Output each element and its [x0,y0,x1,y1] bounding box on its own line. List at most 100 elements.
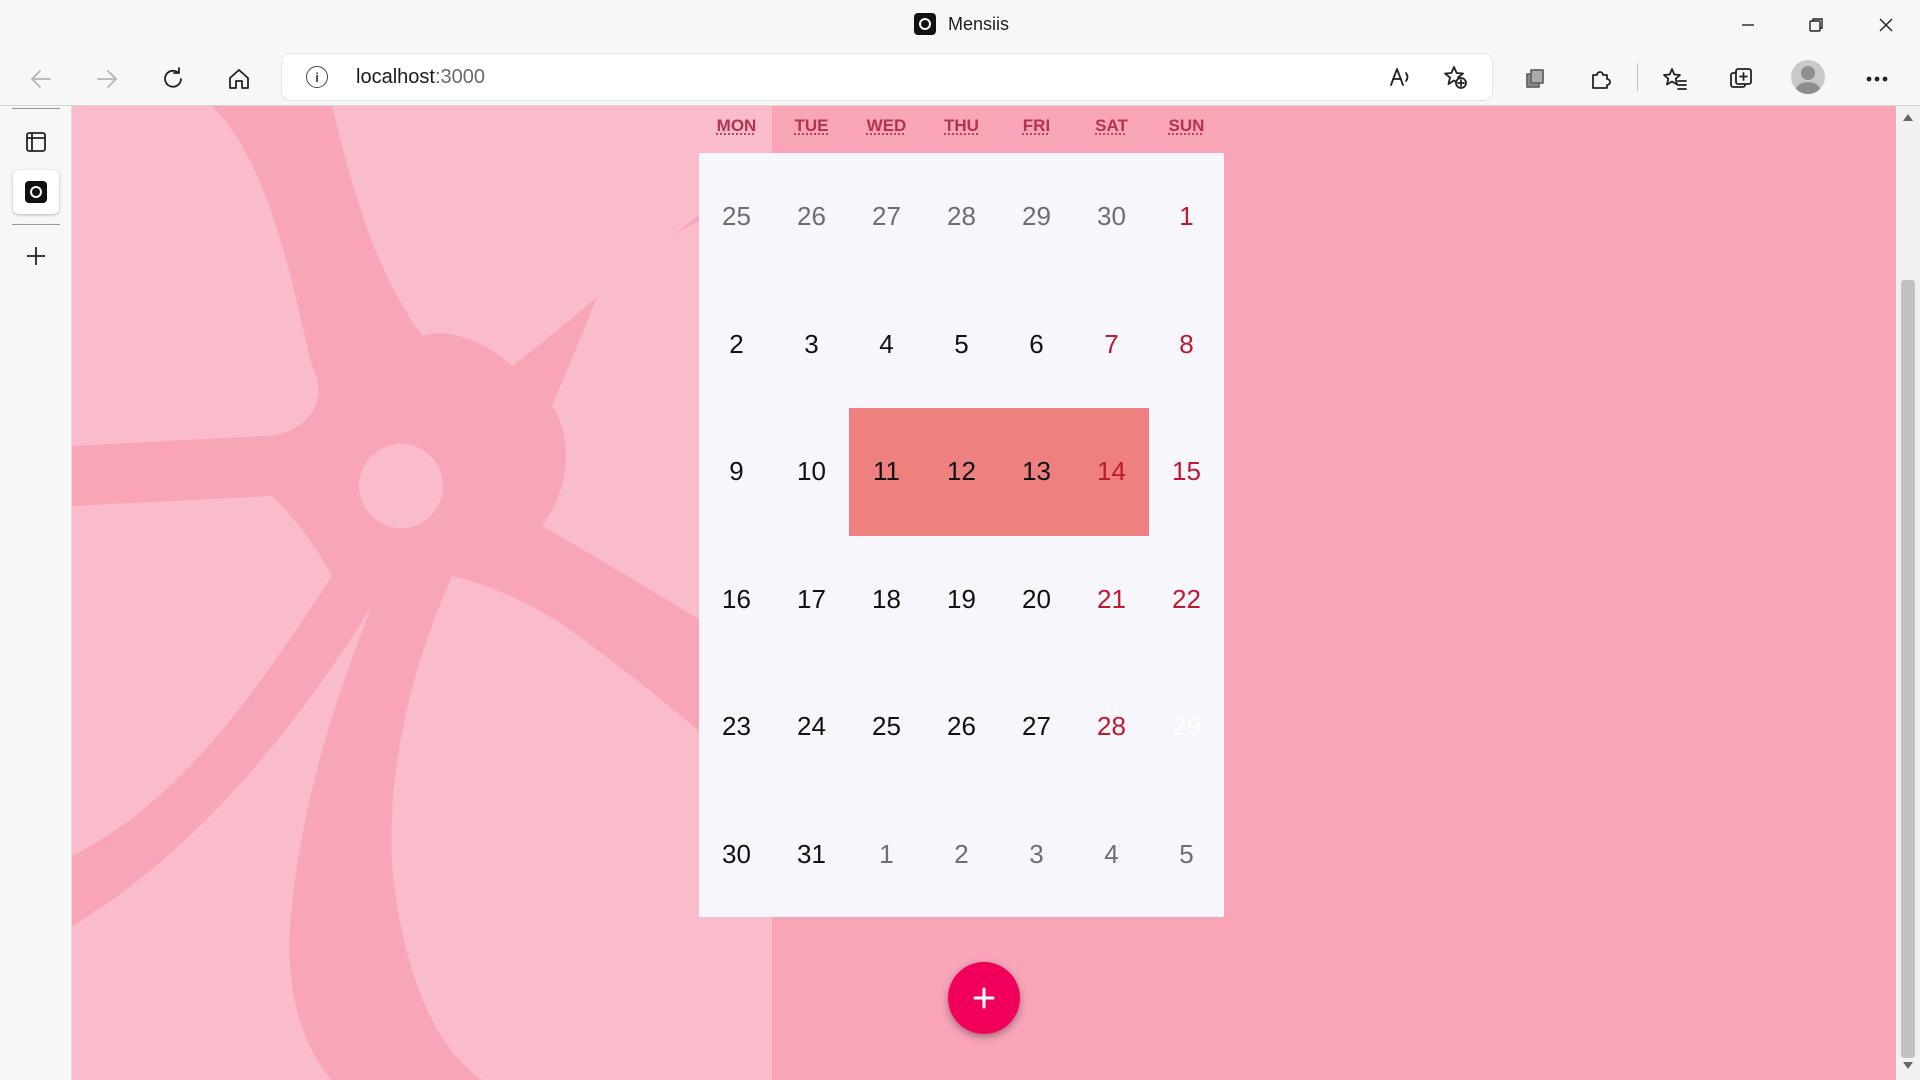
home-button[interactable] [220,61,258,97]
flower-background-illustration [72,106,772,1080]
home-icon [229,69,249,89]
calendar-day[interactable]: 8 [1149,281,1224,408]
tab-mensiis[interactable] [13,170,59,214]
puzzle-icon [1592,71,1611,89]
calendar-day[interactable]: 26 [774,153,849,280]
close-window-button[interactable] [1866,8,1906,42]
calendar-day[interactable]: 21 [1074,536,1149,663]
back-button[interactable] [22,61,60,97]
page-scrollbar[interactable] [1896,106,1920,1080]
calendar-day[interactable]: 7 [1074,281,1149,408]
calendar-grid: 25 26 27 28 29 30 1 2 3 4 5 6 7 8 9 10 11 12 13 14 15 16 17 18 1… [699,153,1224,917]
close-icon [1879,18,1893,32]
calendar-day[interactable]: 26 [924,663,999,790]
calendar-day[interactable]: 25 [699,153,774,280]
calendar-day[interactable]: 12 [924,408,999,535]
favorites-list-icon [1663,68,1687,90]
url-port: :3000 [434,66,485,88]
calendar-day[interactable]: 28 [1074,663,1149,790]
scrollbar-thumb[interactable] [1901,280,1915,1058]
add-entry-button[interactable] [948,962,1020,1034]
app-favicon-icon [914,13,936,35]
tab-actions-icon [26,132,46,152]
calendar-day[interactable]: 18 [849,536,924,663]
calendar-day[interactable]: 17 [774,536,849,663]
star-add-icon [1444,66,1467,89]
calendar-day[interactable]: 14 [1074,408,1149,535]
calendar-day[interactable]: 10 [774,408,849,535]
calendar-day[interactable]: 28 [924,153,999,280]
scroll-up-arrow-icon[interactable] [1903,114,1913,121]
sidebar-divider [12,224,60,225]
collections-button[interactable] [1516,61,1554,97]
calendar-day[interactable]: 27 [999,663,1074,790]
tab-actions-button[interactable] [13,120,59,164]
app-favicon-icon [25,181,47,203]
favorites-button[interactable] [1656,61,1694,97]
calendar-day[interactable]: 25 [849,663,924,790]
collections-icon [1730,68,1752,88]
more-dots-icon [1866,76,1888,82]
weekday-tue: TUE [794,116,829,135]
site-info-icon[interactable]: i [306,66,328,88]
calendar-day[interactable]: 3 [999,791,1074,918]
address-bar[interactable]: i localhost:3000 [282,54,1492,100]
plus-icon [27,247,45,265]
calendar-day[interactable]: 30 [699,791,774,918]
read-aloud-icon [1390,68,1409,86]
calendar-day[interactable]: 29 [999,153,1074,280]
calendar-day[interactable]: 23 [699,663,774,790]
calendar-day[interactable]: 1 [849,791,924,918]
calendar-day[interactable]: 30 [1074,153,1149,280]
add-favorite-button[interactable] [1436,59,1474,95]
window-title: Mensiis [914,13,1009,35]
page-viewport: MON TUE WED THU FRI SAT SUN 25 26 27 28 29 30… [72,106,1896,1080]
calendar-day[interactable]: 27 [849,153,924,280]
sidebar-divider [12,108,60,109]
weekday-thu: THU [944,116,979,135]
calendar-day[interactable]: 4 [849,281,924,408]
calendar-day[interactable]: 5 [924,281,999,408]
read-aloud-button[interactable] [1382,59,1420,95]
copy-icon [1526,69,1544,88]
calendar-day[interactable]: 22 [1149,536,1224,663]
calendar-day[interactable]: 19 [924,536,999,663]
minimize-icon [1742,24,1754,26]
calendar-day[interactable]: 11 [849,408,924,535]
profile-avatar[interactable] [1791,60,1825,94]
restore-button[interactable] [1796,8,1836,42]
vertical-tabs-sidebar [0,106,72,1080]
scroll-down-arrow-icon[interactable] [1903,1062,1913,1069]
calendar-day[interactable]: 6 [999,281,1074,408]
url-text[interactable]: localhost:3000 [356,66,485,89]
calendar-day[interactable]: 31 [774,791,849,918]
calendar-day[interactable]: 9 [699,408,774,535]
calendar-day[interactable]: 4 [1074,791,1149,918]
calendar-day[interactable]: 29 [1149,663,1224,790]
weekday-sat: SAT [1095,116,1128,135]
calendar-day[interactable]: 13 [999,408,1074,535]
calendar-day[interactable]: 24 [774,663,849,790]
calendar-day[interactable]: 16 [699,536,774,663]
restore-icon [1809,18,1823,32]
refresh-button[interactable] [154,61,192,97]
weekday-fri: FRI [1022,116,1051,135]
weekday-sun: SUN [1168,116,1205,135]
calendar-day[interactable]: 20 [999,536,1074,663]
weekday-wed: WED [866,116,907,135]
more-options-button[interactable] [1858,61,1896,97]
minimize-button[interactable] [1728,8,1768,42]
collections-add-button[interactable] [1722,61,1760,97]
extensions-button[interactable] [1582,61,1620,97]
calendar-day[interactable]: 5 [1149,791,1224,918]
calendar-day[interactable]: 1 [1149,153,1224,280]
arrow-left-icon [31,70,51,88]
browser-toolbar: i localhost:3000 [0,52,1920,106]
calendar-day[interactable]: 15 [1149,408,1224,535]
weekday-header-row: MON TUE WED THU FRI SAT SUN [699,110,1224,140]
calendar-day[interactable]: 2 [924,791,999,918]
new-tab-button[interactable] [13,234,59,278]
forward-button[interactable] [88,61,126,97]
calendar-day[interactable]: 3 [774,281,849,408]
calendar-day[interactable]: 2 [699,281,774,408]
